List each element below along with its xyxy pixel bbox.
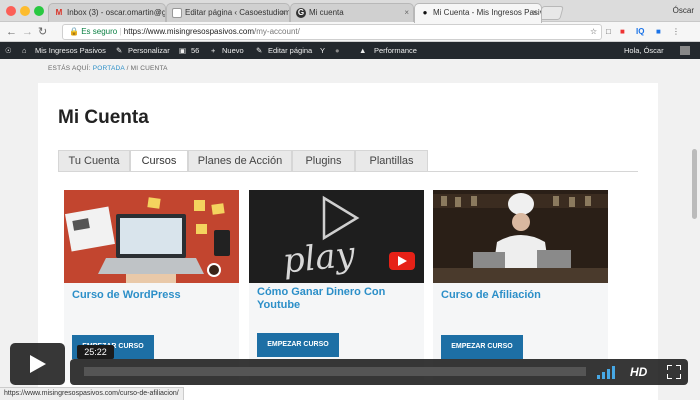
close-window-button[interactable] xyxy=(6,6,16,16)
play-icon xyxy=(30,355,46,373)
tab-cursos[interactable]: Cursos xyxy=(130,150,188,172)
browser-tab-mi-cuenta[interactable]: G Mi cuenta × xyxy=(290,3,414,22)
close-tab-icon[interactable]: × xyxy=(156,8,161,17)
extension-icon[interactable]: ■ xyxy=(620,26,625,38)
site-name-link[interactable]: Mis Ingresos Pasivos xyxy=(35,46,106,55)
tab-plantillas[interactable]: Plantillas xyxy=(355,150,428,172)
breadcrumb-prefix: ESTÁS AQUÍ: xyxy=(48,65,91,72)
close-tab-icon[interactable]: × xyxy=(404,8,409,17)
tab-title: Mi Cuenta - Mis Ingresos Pasiv xyxy=(433,8,542,17)
progress-bar[interactable] xyxy=(84,367,586,376)
maximize-window-button[interactable] xyxy=(34,6,44,16)
url-path: /my-account/ xyxy=(254,27,300,36)
comments-count[interactable]: 56 xyxy=(191,46,199,55)
course-card-afiliacion: Curso de Afiliación EMPEZAR CURSO xyxy=(433,190,608,380)
gmail-icon: M xyxy=(55,8,63,17)
browser-tab-gmail[interactable]: M Inbox (3) - oscar.omartin@gm × xyxy=(48,3,166,22)
course-title-link[interactable]: Cómo Ganar Dinero Con Youtube xyxy=(257,286,417,312)
avatar[interactable] xyxy=(680,46,690,55)
tab-plugins[interactable]: Plugins xyxy=(292,150,355,172)
close-tab-icon[interactable]: × xyxy=(280,8,285,17)
address-toolbar: ← → ↻ 🔒 Es seguro | https://www.misingre… xyxy=(0,22,700,42)
breadcrumb: ESTÁS AQUÍ: PORTADA / MI CUENTA xyxy=(48,65,168,72)
browser-tab-editar[interactable]: Editar página ‹ Casoestudiom × xyxy=(166,3,290,22)
start-course-button[interactable]: EMPEZAR CURSO xyxy=(441,335,523,359)
new-content-link[interactable]: Nuevo xyxy=(222,46,244,55)
url-field[interactable]: 🔒 Es seguro | https://www.misingresospas… xyxy=(62,24,602,40)
tab-title: Mi cuenta xyxy=(309,8,344,17)
lock-icon: 🔒 xyxy=(69,27,79,36)
pencil-icon: ✎ xyxy=(256,46,263,55)
minimize-window-button[interactable] xyxy=(20,6,30,16)
url-host: https://www.misingresospasivos.com xyxy=(123,27,255,36)
close-tab-icon[interactable]: × xyxy=(532,8,537,17)
tab-title: Inbox (3) - oscar.omartin@gm xyxy=(67,8,166,17)
plus-icon: + xyxy=(211,46,216,55)
reload-icon[interactable]: ↻ xyxy=(38,25,47,39)
forward-icon[interactable]: → xyxy=(22,25,33,39)
breadcrumb-home-link[interactable]: PORTADA xyxy=(93,65,125,72)
performance-icon: ▲ xyxy=(359,46,367,55)
extension-icon[interactable]: IQ xyxy=(636,26,644,38)
course-thumbnail-youtube[interactable]: play xyxy=(249,190,424,283)
extension-icon[interactable]: □ xyxy=(606,26,611,38)
hd-toggle[interactable]: HD xyxy=(630,365,647,379)
page-icon: ● xyxy=(422,8,428,17)
comments-icon: ▣ xyxy=(179,46,187,55)
browser-tab-strip: M Inbox (3) - oscar.omartin@gm × Editar … xyxy=(0,0,700,23)
back-icon[interactable]: ← xyxy=(6,25,17,39)
bookmark-star-icon[interactable]: ☆ xyxy=(590,26,597,38)
profile-name[interactable]: Óscar xyxy=(673,6,694,15)
course-thumbnail-wordpress[interactable] xyxy=(64,190,239,283)
page-title: Mi Cuenta xyxy=(58,107,149,128)
time-label: 25:22 xyxy=(77,345,114,359)
wordpress-icon[interactable]: ☉ xyxy=(5,46,12,55)
play-button[interactable] xyxy=(10,343,65,385)
course-card-youtube: play Cómo Ganar Dinero Con Youtube EMPEZ… xyxy=(249,190,424,380)
wordpress-icon: G xyxy=(296,8,306,18)
wp-admin-bar: ☉ ⌂ Mis Ingresos Pasivos ✎ Personalizar … xyxy=(0,42,700,59)
scrollbar[interactable] xyxy=(692,149,697,219)
customize-link[interactable]: Personalizar xyxy=(128,46,170,55)
course-thumbnail-afiliacion[interactable] xyxy=(433,190,608,283)
home-icon: ⌂ xyxy=(22,46,27,55)
edit-page-link[interactable]: Editar página xyxy=(268,46,312,55)
tab-divider xyxy=(58,171,638,172)
tab-title: Editar página ‹ Casoestudiom xyxy=(185,8,290,17)
tab-planes-de-accion[interactable]: Planes de Acción xyxy=(188,150,292,172)
page-icon xyxy=(172,8,182,18)
svg-text:play: play xyxy=(281,234,358,281)
status-bar-url: https://www.misingresospasivos.com/curso… xyxy=(0,387,184,400)
performance-link[interactable]: Performance xyxy=(374,46,417,55)
brush-icon: ✎ xyxy=(116,46,123,55)
breadcrumb-current: MI CUENTA xyxy=(130,65,168,72)
breadcrumb-separator: / xyxy=(126,65,129,72)
secure-label: Es seguro xyxy=(81,27,118,36)
course-title-link[interactable]: Curso de WordPress xyxy=(72,289,232,302)
status-dot-icon: ● xyxy=(335,46,340,55)
tab-tu-cuenta[interactable]: Tu Cuenta xyxy=(58,150,130,172)
video-control-bar: HD xyxy=(70,359,688,385)
user-greeting[interactable]: Hola, Óscar xyxy=(624,46,664,55)
menu-icon[interactable]: ⋮ xyxy=(672,26,680,38)
volume-icon[interactable] xyxy=(597,365,619,379)
browser-tab-active[interactable]: ● Mi Cuenta - Mis Ingresos Pasiv × xyxy=(414,3,542,23)
account-card: Mi Cuenta Tu Cuenta Cursos Planes de Acc… xyxy=(38,83,658,400)
course-title-link[interactable]: Curso de Afiliación xyxy=(441,289,601,302)
yoast-icon[interactable]: Y xyxy=(320,46,325,55)
extension-icon[interactable]: ■ xyxy=(656,26,661,38)
fullscreen-icon[interactable] xyxy=(667,365,681,379)
start-course-button[interactable]: EMPEZAR CURSO xyxy=(257,333,339,357)
